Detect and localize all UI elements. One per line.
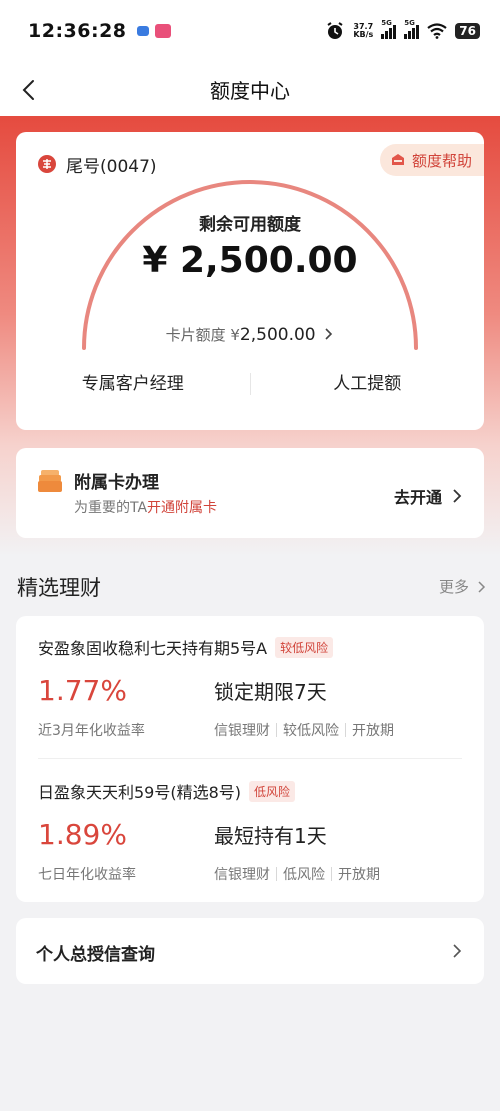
status-time: 12:36:28 — [28, 20, 127, 42]
finance-more-link[interactable]: 更多 — [439, 576, 486, 597]
supplementary-card-title: 附属卡办理 — [74, 473, 159, 493]
tag-separator — [331, 867, 332, 881]
manual-limit-increase-button[interactable]: 人工提额 — [251, 368, 485, 400]
product-tags: 信银理财 低风险 开放期 — [214, 864, 380, 884]
product-rate-label: 七日年化收益率 — [38, 867, 136, 883]
product-tag: 开放期 — [338, 867, 380, 883]
product-tag: 低风险 — [283, 867, 325, 883]
desc-prefix: 为重要的TA — [74, 500, 148, 516]
product-name: 日盈象天天利59号(精选8号) — [38, 783, 242, 802]
supplementary-card-desc: 为重要的TA开通附属卡 — [74, 497, 217, 517]
credit-query-title: 个人总授信查询 — [36, 945, 155, 965]
tag-separator — [276, 867, 277, 881]
signal-strength-icon: 5G — [404, 19, 420, 39]
alarm-icon — [327, 22, 343, 39]
remaining-limit-amount: ¥ 2,500.00 — [142, 240, 358, 281]
product-name: 安盈象固收稳利七天持有期5号A — [38, 639, 268, 658]
help-badge-icon — [391, 154, 404, 165]
app-notification-icon — [136, 26, 149, 36]
product-tag: 信银理财 — [214, 723, 270, 739]
chevron-right-icon — [453, 944, 462, 958]
card-limit-link[interactable]: 卡片额度 ¥2,500.00 — [16, 324, 484, 345]
divider — [38, 758, 462, 759]
finance-products-card: 安盈象固收稳利七天持有期5号A 较低风险 1.77% 近3月年化收益率 锁定期限… — [16, 616, 484, 902]
net-speed-unit: KB/s — [353, 30, 374, 39]
signal-strength-icon: 5G — [381, 19, 397, 39]
finance-section-title: 精选理财 — [17, 576, 101, 600]
product-tag: 较低风险 — [283, 723, 339, 739]
product-tag: 开放期 — [352, 723, 394, 739]
status-bar: 12:36:28 37.7 KB/s 5G 5G 76 — [0, 0, 500, 62]
app-notification-icon — [154, 24, 171, 38]
credit-query-row[interactable]: 个人总授信查询 — [16, 918, 484, 984]
product-name-row: 日盈象天天利59号(精选8号) 低风险 — [38, 779, 296, 803]
tag-separator — [345, 723, 346, 737]
desc-highlight: 开通附属卡 — [147, 500, 218, 516]
more-label: 更多 — [438, 578, 469, 596]
nav-bar: 额度中心 — [0, 62, 500, 116]
supplementary-card-banner[interactable]: 附属卡办理 为重要的TA开通附属卡 去开通 — [16, 448, 484, 538]
wifi-icon — [427, 23, 447, 39]
product-term: 最短持有1天 — [214, 824, 327, 848]
product-rate-label: 近3月年化收益率 — [38, 723, 145, 739]
product-rate: 1.77% — [38, 674, 127, 707]
risk-badge: 低风险 — [249, 780, 296, 802]
card-tail-number: 尾号(0047) — [66, 157, 157, 177]
battery-icon: 76 — [455, 23, 480, 39]
tag-separator — [276, 723, 277, 737]
card-limit-label: 卡片额度 ¥ — [165, 326, 240, 344]
open-supplementary-button[interactable]: 去开通 — [394, 484, 462, 508]
remaining-limit-label: 剩余可用额度 — [199, 215, 301, 235]
product-name-row: 安盈象固收稳利七天持有期5号A 较低风险 — [38, 635, 334, 659]
product-item[interactable]: 日盈象天天利59号(精选8号) 低风险 1.89% 七日年化收益率 最短持有1天… — [16, 760, 484, 902]
notification-icons — [136, 24, 171, 38]
account-manager-button[interactable]: 专属客户经理 — [16, 368, 250, 400]
signal-label: 5G — [381, 19, 392, 27]
card-limit-value: 2,500.00 — [239, 325, 316, 345]
page-title: 额度中心 — [210, 78, 290, 103]
back-arrow-icon[interactable] — [16, 76, 44, 104]
open-supplementary-label: 去开通 — [393, 488, 442, 507]
bank-logo-icon — [38, 155, 56, 173]
product-item[interactable]: 安盈象固收稳利七天持有期5号A 较低风险 1.77% 近3月年化收益率 锁定期限… — [16, 616, 484, 758]
product-tags: 信银理财 较低风险 开放期 — [214, 720, 394, 740]
product-tag: 信银理财 — [214, 867, 270, 883]
card-actions: 专属客户经理 人工提额 — [16, 368, 484, 400]
product-term: 锁定期限7天 — [214, 680, 327, 704]
limit-help-label: 额度帮助 — [411, 151, 472, 170]
net-speed: 37.7 KB/s — [353, 23, 373, 39]
product-rate: 1.89% — [38, 818, 127, 851]
limit-help-button[interactable]: 额度帮助 — [379, 144, 484, 176]
signal-label: 5G — [404, 19, 415, 27]
risk-badge: 较低风险 — [275, 636, 334, 658]
chevron-right-icon — [478, 580, 486, 593]
chevron-right-icon — [325, 328, 333, 340]
chevron-right-icon — [453, 489, 462, 503]
credit-limit-card: 尾号(0047) 额度帮助 剩余可用额度 ¥ 2,500.00 卡片额度 ¥2,… — [16, 132, 484, 430]
card-stack-icon — [38, 470, 62, 492]
